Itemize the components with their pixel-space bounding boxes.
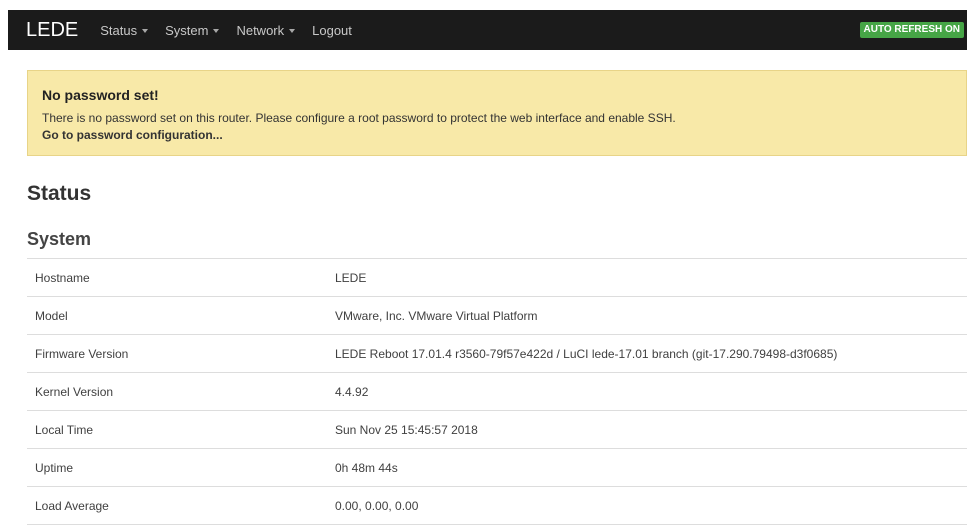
row-value: LEDE (335, 270, 367, 285)
menu-network-label: Network (236, 22, 285, 38)
alert-title: No password set! (42, 87, 159, 103)
menu-network[interactable]: Network (236, 22, 296, 38)
password-config-link[interactable]: Go to password configuration... (42, 128, 223, 143)
row-label: Firmware Version (35, 346, 129, 361)
menu-logout[interactable]: Logout (312, 23, 352, 38)
row-label: Model (35, 308, 68, 323)
row-label: Uptime (35, 460, 74, 475)
row-value: 0.00, 0.00, 0.00 (335, 498, 419, 513)
menu-system-label: System (165, 22, 209, 38)
table-row: Uptime 0h 48m 44s (27, 449, 967, 487)
no-password-alert: No password set! There is no password se… (27, 70, 967, 156)
top-navbar: LEDE Status System Network Logout AUTO R… (8, 10, 967, 50)
brand-logo[interactable]: LEDE (26, 19, 78, 42)
menu-system[interactable]: System (165, 22, 220, 38)
row-value: Sun Nov 25 15:45:57 2018 (335, 422, 478, 437)
row-label: Kernel Version (35, 384, 114, 399)
menu-status[interactable]: Status (100, 22, 149, 38)
alert-message: There is no password set on this router.… (42, 111, 676, 125)
chevron-down-icon (213, 28, 220, 33)
menu-status-label: Status (100, 22, 138, 38)
auto-refresh-toggle[interactable]: AUTO REFRESH ON (859, 22, 964, 38)
row-value: 0h 48m 44s (335, 460, 398, 475)
page-title: Status (27, 182, 92, 205)
table-row: Kernel Version 4.4.92 (27, 373, 967, 411)
table-row: Hostname LEDE (27, 259, 967, 297)
row-value: LEDE Reboot 17.01.4 r3560-79f57e422d / L… (335, 346, 838, 361)
chevron-down-icon (142, 28, 149, 33)
section-title-system: System (27, 229, 92, 249)
table-row: Local Time Sun Nov 25 15:45:57 2018 (27, 411, 967, 449)
chevron-down-icon (289, 28, 296, 33)
row-value: 4.4.92 (335, 384, 369, 399)
row-label: Local Time (35, 422, 94, 437)
system-info-table: Hostname LEDE Model VMware, Inc. VMware … (27, 258, 967, 525)
row-label: Hostname (35, 270, 90, 285)
row-label: Load Average (35, 498, 109, 513)
row-value: VMware, Inc. VMware Virtual Platform (335, 308, 538, 323)
table-row: Model VMware, Inc. VMware Virtual Platfo… (27, 297, 967, 335)
table-row: Load Average 0.00, 0.00, 0.00 (27, 487, 967, 525)
menu-logout-label: Logout (312, 22, 352, 38)
table-row: Firmware Version LEDE Reboot 17.01.4 r35… (27, 335, 967, 373)
